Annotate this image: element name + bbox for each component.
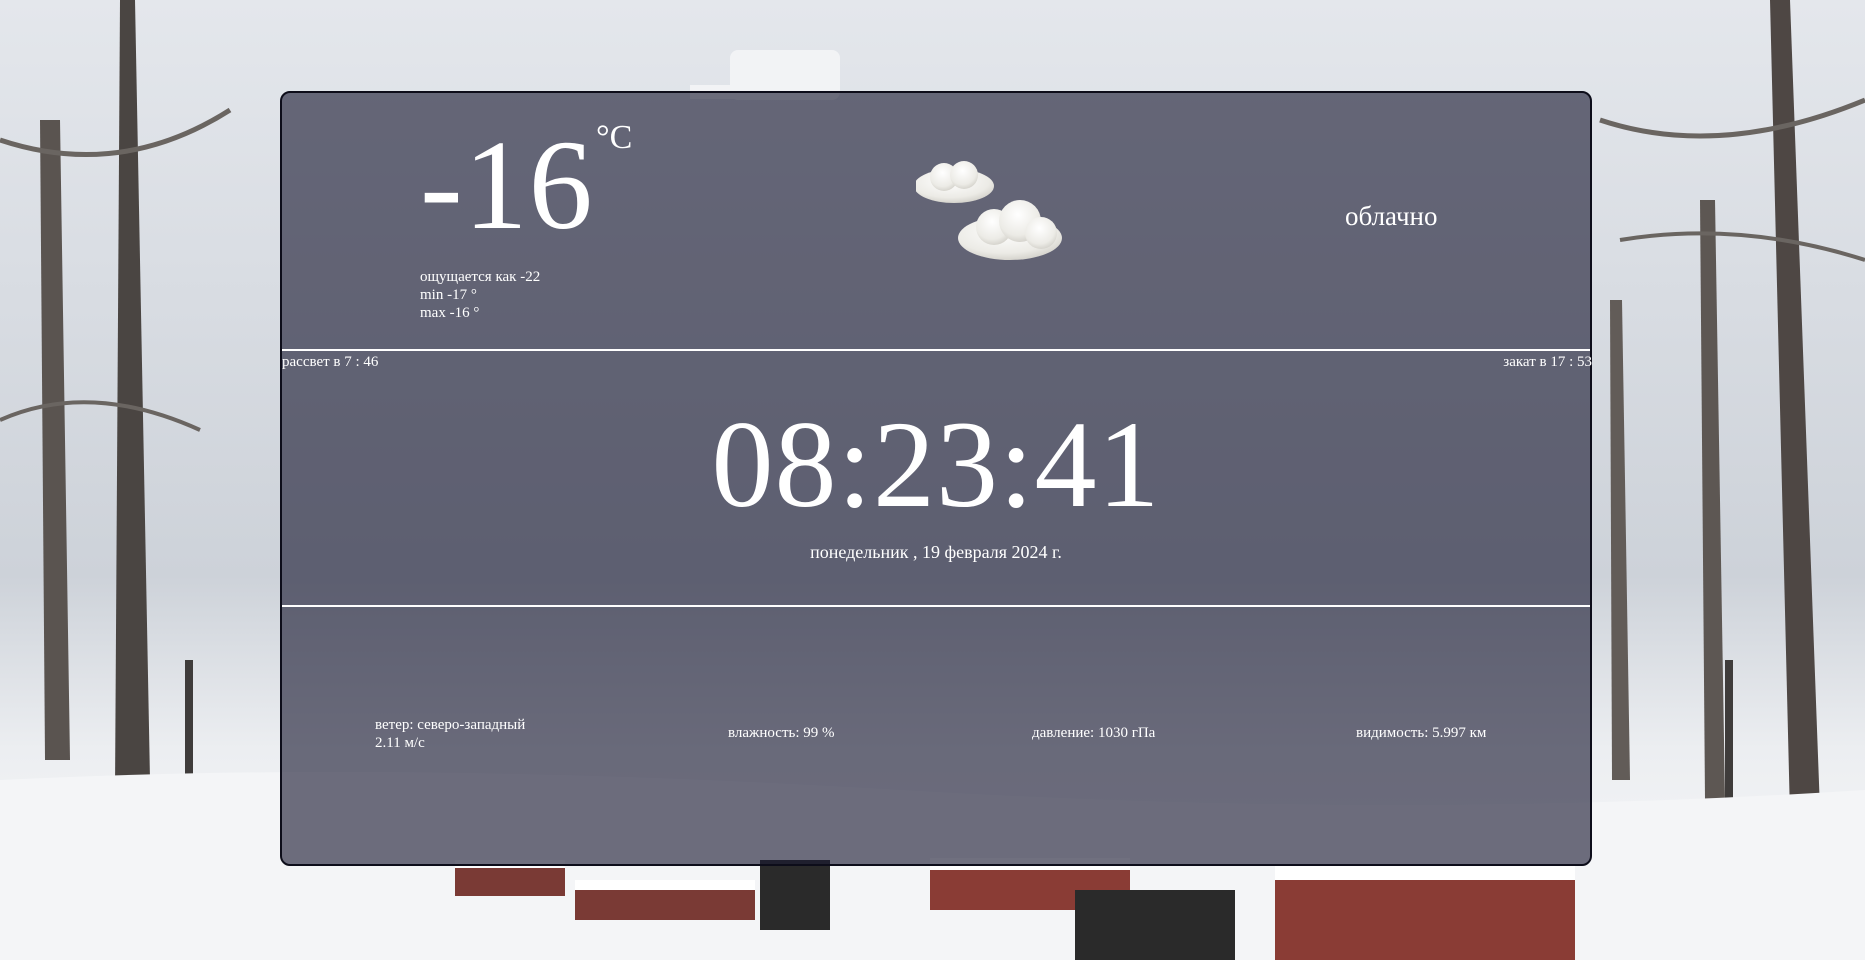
wind-direction-text: ветер: северо-западный (375, 717, 526, 733)
top-divider (282, 349, 1590, 351)
wind-stat: ветер: северо-западный 2.11 м/с (375, 716, 525, 752)
min-temperature-text: min -17 ° (420, 287, 477, 303)
bottom-divider (282, 605, 1590, 607)
visibility-stat: видимость: 5.997 км (1356, 725, 1487, 741)
pressure-stat: давление: 1030 гПа (1032, 725, 1156, 741)
temperature-value: -16 (420, 114, 594, 256)
date-text: понедельник , 19 февраля 2024 г. (810, 542, 1062, 562)
max-temperature-text: max -16 ° (420, 305, 480, 321)
condition-text: облачно (1345, 201, 1438, 231)
sunrise-text: рассвет в 7 : 46 (282, 354, 379, 370)
temperature-details: ощущается как -22 min -17 ° max -16 ° (420, 268, 540, 322)
cloud-icon (916, 161, 1062, 260)
humidity-stat: влажность: 99 % (728, 725, 835, 741)
sunset-text: закат в 17 : 53 (1503, 354, 1592, 370)
feels-like-text: ощущается как -22 (420, 269, 541, 285)
temperature-unit: °C (596, 119, 633, 156)
wind-speed-text: 2.11 м/с (375, 735, 425, 751)
clock-time: 08:23:41 (711, 396, 1161, 533)
